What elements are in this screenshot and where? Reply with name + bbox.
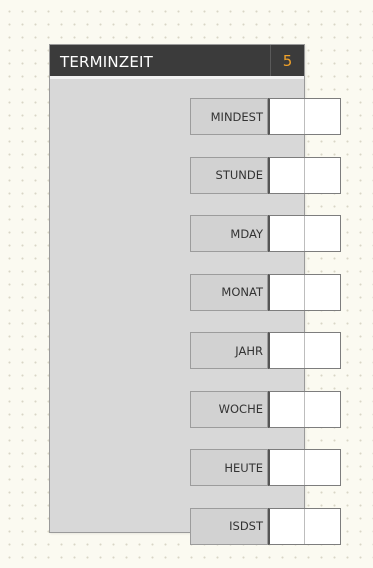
node-header[interactable]: TERMINZEIT 5 — [50, 45, 304, 79]
port-label: ISDST — [190, 507, 268, 545]
port-value-field[interactable] — [268, 332, 341, 369]
output-port-heute: HEUTE — [190, 449, 350, 486]
port-value-field[interactable] — [268, 449, 341, 486]
port-value-field[interactable] — [268, 98, 341, 135]
port-value-field[interactable] — [268, 215, 341, 252]
port-value-field[interactable] — [268, 507, 341, 545]
port-label: HEUTE — [190, 449, 268, 486]
output-port-woche: WOCHE — [190, 390, 350, 428]
node-title: TERMINZEIT — [60, 53, 153, 71]
output-port-mday: MDAY — [190, 215, 350, 252]
output-port-jahr: JAHR — [190, 332, 350, 369]
port-value-field[interactable] — [268, 273, 341, 311]
port-value-field[interactable] — [268, 156, 341, 194]
port-label: JAHR — [190, 332, 268, 369]
node-count-badge: 5 — [270, 45, 304, 76]
port-label: STUNDE — [190, 156, 268, 194]
output-port-isdst: ISDST — [190, 507, 350, 545]
output-port-stunde: STUNDE — [190, 156, 350, 194]
output-port-monat: MONAT — [190, 273, 350, 311]
output-ports: MINDEST STUNDE MDAY MONAT JAHR WOCHE HEU… — [190, 98, 350, 566]
port-value-field[interactable] — [268, 390, 341, 428]
port-label: MDAY — [190, 215, 268, 252]
port-label: MONAT — [190, 273, 268, 311]
port-label: WOCHE — [190, 390, 268, 428]
port-label: MINDEST — [190, 98, 268, 135]
output-port-mindest: MINDEST — [190, 98, 350, 135]
